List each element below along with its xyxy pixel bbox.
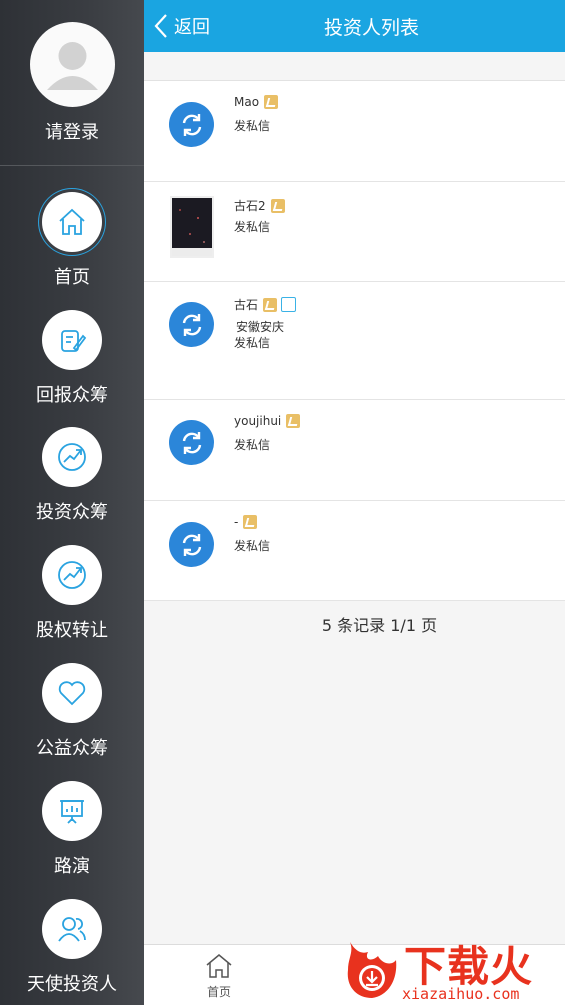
refresh-avatar-icon: [169, 522, 214, 567]
home-icon: [206, 954, 232, 978]
investor-name: 古石2: [234, 197, 285, 214]
vip-badge-icon: [243, 515, 258, 529]
growth-chart-icon: [42, 427, 102, 487]
send-message-link[interactable]: 发私信: [234, 117, 270, 134]
send-message-link[interactable]: 发私信: [234, 218, 270, 235]
watermark-logo: 下载火 xiazaihuo.com: [338, 930, 565, 1005]
user-avatar-icon[interactable]: [30, 22, 115, 107]
refresh-avatar-icon: [169, 420, 214, 465]
sidebar-item-label: 回报众筹: [36, 385, 108, 406]
sidebar-item-charity-crowdfunding[interactable]: 公益众筹: [0, 663, 144, 781]
tab-home-label: 首页: [206, 985, 231, 999]
refresh-avatar-icon: [169, 302, 214, 347]
send-message-link[interactable]: 发私信: [234, 436, 270, 453]
watermark-url: xiazaihuo.com: [402, 985, 520, 1003]
vip-badge-icon: [264, 95, 279, 109]
investor-name-text: Mao: [234, 95, 260, 109]
sidebar-item-roadshow[interactable]: 路演: [0, 781, 144, 899]
investor-location: 安徽安庆: [236, 320, 285, 334]
home-icon: [42, 192, 102, 252]
send-message-link[interactable]: 发私信: [234, 334, 270, 351]
sidebar-item-home[interactable]: 首页: [0, 192, 144, 310]
investor-photo: [170, 196, 214, 258]
page-title: 投资人列表: [324, 17, 420, 39]
back-button[interactable]: 返回: [154, 0, 210, 52]
investor-name: -: [234, 515, 258, 529]
investor-name-text: 古石: [234, 298, 259, 312]
investor-name-text: youjihui: [234, 414, 282, 428]
investor-name-text: 古石2: [234, 199, 266, 213]
back-label: 返回: [174, 17, 210, 38]
sidebar-item-label: 首页: [54, 267, 90, 288]
list-item[interactable]: Mao 发私信: [144, 81, 565, 182]
header-bar: 返回 投资人列表: [144, 0, 565, 52]
investor-name-text: -: [234, 515, 239, 529]
sidebar-item-label: 天使投资人: [27, 974, 117, 995]
investor-name: 古石: [234, 296, 297, 313]
pen-icon: [42, 310, 102, 370]
sidebar-item-investment-crowdfunding[interactable]: 投资众筹: [0, 427, 144, 545]
list-item[interactable]: 古石 安徽安庆 发私信: [144, 282, 565, 400]
sidebar-item-label: 路演: [54, 856, 90, 877]
presentation-icon: [42, 781, 102, 841]
pagination-info: 5 条记录 1/1 页: [321, 616, 438, 635]
vip-badge-icon: [270, 198, 285, 213]
investor-list: Mao 发私信 古石2 发私信 古石 安徽安庆 发私信 youjihui 发私信…: [144, 80, 565, 601]
list-item[interactable]: 古石2 发私信: [144, 182, 565, 282]
users-icon: [42, 899, 102, 959]
tab-home[interactable]: 首页: [199, 953, 239, 1000]
flame-logo-icon: [347, 942, 397, 998]
growth-chart-icon: [42, 545, 102, 605]
list-item[interactable]: youjihui 发私信: [144, 400, 565, 501]
sidebar-item-label: 公益众筹: [36, 738, 108, 759]
sidebar-item-angel-investors[interactable]: 天使投资人: [0, 899, 144, 1005]
main-panel: 返回 投资人列表 Mao 发私信 古石2 发私信 古石 安徽安庆 发私信 you…: [144, 0, 565, 1005]
sidebar-item-equity-transfer[interactable]: 股权转让: [0, 545, 144, 663]
investor-name: youjihui: [234, 414, 301, 428]
sidebar-item-label: 股权转让: [36, 620, 108, 641]
list-item[interactable]: - 发私信: [144, 501, 565, 601]
profile-section[interactable]: 请登录: [0, 0, 144, 166]
refresh-avatar-icon: [169, 102, 214, 147]
vip-badge-icon: [286, 414, 301, 428]
heart-icon: [42, 663, 102, 723]
investor-name: Mao: [234, 95, 279, 109]
login-link[interactable]: 请登录: [0, 118, 144, 144]
sidebar: 请登录 首页 回报众筹 投资众筹 股权转让 公益众筹 路演 天使投资人: [0, 0, 144, 1005]
chevron-left-icon: [154, 14, 167, 38]
send-message-link[interactable]: 发私信: [234, 537, 270, 554]
sidebar-item-reward-crowdfunding[interactable]: 回报众筹: [0, 310, 144, 428]
certified-badge-icon: [281, 297, 297, 312]
vip-badge-icon: [263, 297, 278, 312]
sidebar-item-label: 投资众筹: [36, 502, 108, 523]
